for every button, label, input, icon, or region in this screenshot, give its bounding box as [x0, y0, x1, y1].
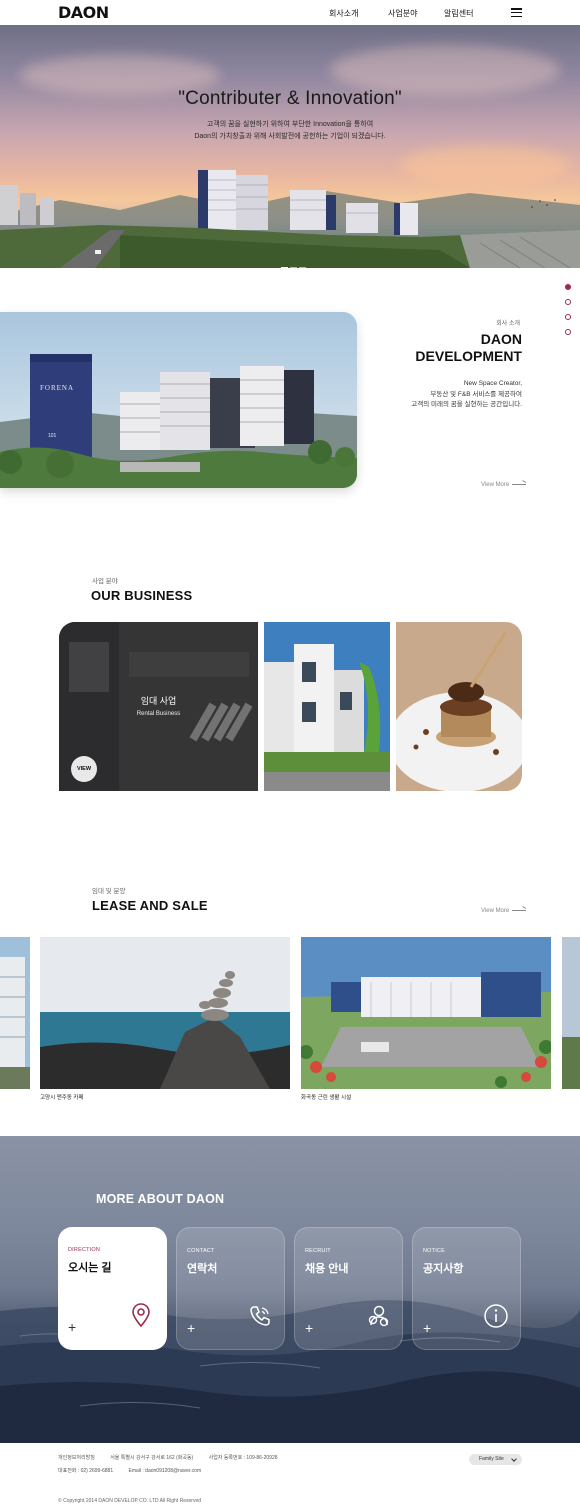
people-icon — [368, 1305, 389, 1327]
arrow-right-icon — [512, 909, 527, 911]
footer-contact-line: 대표전화 : 02) 2699-6881 Email : daon091208@… — [58, 1467, 215, 1474]
more-card-recruit[interactable]: RECRUIT 채용 안내 + — [294, 1227, 403, 1350]
section-indicator — [565, 284, 571, 344]
view-more-label: View More — [481, 482, 510, 488]
more-card-kicker: NOTICE — [423, 1248, 445, 1254]
copyright-text: Copyright 2014 DAON DEVELOP CO. LTD All … — [63, 1498, 202, 1504]
business-card-label: 임대 사업 — [140, 696, 177, 706]
about-view-more-link[interactable]: View More — [481, 482, 527, 488]
nav-item-notice[interactable]: 알림센터 — [444, 8, 473, 19]
more-about-section: MORE ABOUT DAON DIRECTION 오시는 길 + CONTAC… — [0, 1136, 580, 1443]
hero-subtitle-line: Daon의 가치창출과 위해 사회발전에 공헌하는 기업이 되겠습니다. — [194, 133, 386, 140]
hamburger-menu-icon[interactable] — [511, 8, 522, 18]
more-card-title: 연락처 — [187, 1263, 218, 1275]
more-card-title: 채용 안내 — [305, 1263, 349, 1275]
business-card-fnb[interactable] — [396, 622, 522, 791]
view-more-label: View More — [481, 908, 510, 914]
phone-icon — [250, 1306, 270, 1326]
building-sign: FORENA — [40, 384, 74, 392]
about-desc-line: 고객의 미래의 꿈을 실현하는 공간입니다. — [411, 401, 522, 408]
slide-dot[interactable] — [281, 267, 288, 269]
footer-phone: 대표전화 : 02) 2699-6881 — [58, 1468, 114, 1474]
lease-caption: 고양시 맨주동 카페 — [40, 1095, 84, 1101]
about-title-line: DEVELOPMENT — [415, 348, 522, 364]
warehouse-render-photo — [301, 937, 551, 1089]
business-card-sublabel: Rental Business — [136, 711, 181, 717]
footer-info-line: 개인정보처리방침 서울 특별시 강서구 강서로 162 (화곡동) 사업자 등록… — [58, 1454, 292, 1461]
about-kicker: 회사 소개 — [496, 321, 520, 327]
section-dot[interactable] — [565, 314, 571, 320]
building-photo — [264, 622, 390, 791]
more-card-title: 공지사항 — [423, 1263, 464, 1275]
about-desc-line: New Space Creator, — [463, 380, 522, 387]
lease-kicker: 임대 및 분양 — [92, 888, 126, 895]
dessert-photo — [396, 622, 522, 791]
about-title-line: DAON — [480, 331, 522, 347]
apartment-photo: FORENA 101 — [0, 312, 357, 488]
lease-card-commercial[interactable] — [301, 937, 551, 1089]
footer-copyright: © Copyright 2014 DAON DEVELOP CO. LTD Al… — [58, 1498, 201, 1504]
info-icon — [484, 1304, 508, 1328]
more-card-direction[interactable]: DIRECTION 오시는 길 + — [58, 1227, 167, 1350]
plus-icon: + — [305, 1320, 314, 1336]
plus-icon: + — [423, 1320, 432, 1336]
lease-card-partial-right[interactable] — [562, 937, 580, 1089]
hero-scenery — [0, 170, 580, 268]
plus-icon: + — [187, 1320, 196, 1336]
site-footer: 개인정보처리방침 서울 특별시 강서구 강서로 162 (화곡동) 사업자 등록… — [0, 1443, 580, 1512]
family-site-select[interactable]: Family Site — [469, 1454, 522, 1465]
more-card-notice[interactable]: NOTICE 공지사항 + — [412, 1227, 521, 1350]
location-pin-icon — [132, 1303, 150, 1328]
business-card-construction[interactable] — [264, 622, 390, 791]
lease-card-partial-left[interactable] — [0, 937, 30, 1089]
more-about-title: MORE ABOUT DAON — [96, 1192, 225, 1206]
hero-subtitle-line: 고객의 꿈을 실현하기 위하여 부단한 Innovation을 통하여 — [206, 121, 374, 128]
family-site-label: Family Site — [479, 1456, 504, 1462]
hero-slider-indicator[interactable] — [281, 256, 308, 269]
section-dot[interactable] — [565, 299, 571, 305]
about-image: FORENA 101 — [0, 312, 357, 488]
nav-item-business[interactable]: 사업분야 — [388, 8, 417, 19]
about-description: New Space Creator, 부동산 및 F&B 서비스를 제공하여 고… — [411, 379, 522, 411]
lease-title: LEASE AND SALE — [92, 898, 208, 913]
hero-banner: "Contributer & Innovation" 고객의 꿈을 실현하기 위… — [0, 25, 580, 268]
lease-caption: 화곡동 근린 생활 시설 — [301, 1095, 352, 1101]
business-title: OUR BUSINESS — [91, 588, 193, 603]
arrow-right-icon — [512, 483, 527, 485]
business-card-rental[interactable]: 임대 사업 Rental Business VIEW — [59, 622, 258, 791]
privacy-policy-link[interactable]: 개인정보처리방침 — [58, 1455, 95, 1461]
hero-title: "Contributer & Innovation" — [178, 88, 402, 109]
footer-business-number: 사업자 등록번호 : 109-86-20928 — [208, 1455, 278, 1461]
copyright-icon: © — [58, 1498, 62, 1504]
chevron-down-icon — [511, 1456, 517, 1462]
more-card-title: 오시는 길 — [68, 1262, 112, 1274]
partial-photo — [562, 937, 580, 1089]
about-title: DAON DEVELOPMENT — [415, 331, 522, 365]
footer-email: Email : daon091208@naver.com — [128, 1468, 202, 1474]
more-card-kicker: RECRUIT — [305, 1248, 331, 1254]
plus-icon: + — [68, 1319, 77, 1335]
building-number: 101 — [48, 433, 57, 439]
business-kicker: 사업 분야 — [92, 578, 118, 585]
partial-building-photo — [0, 937, 30, 1089]
lease-view-more-link[interactable]: View More — [481, 908, 527, 914]
footer-address: 서울 특별시 강서구 강서로 162 (화곡동) — [110, 1455, 194, 1461]
lease-card-cafe[interactable] — [40, 937, 290, 1089]
site-logo[interactable]: DAON — [58, 3, 109, 22]
nav-item-company[interactable]: 회사소개 — [329, 8, 358, 19]
slide-dot[interactable] — [290, 267, 297, 269]
slide-dot[interactable] — [299, 267, 306, 269]
more-card-kicker: CONTACT — [187, 1248, 215, 1254]
about-desc-line: 부동산 및 F&B 서비스를 제공하여 — [430, 390, 522, 398]
section-dot[interactable] — [565, 329, 571, 335]
hero-subtitle: 고객의 꿈을 실현하기 위하여 부단한 Innovation을 통하여 Daon… — [0, 119, 580, 143]
site-header: DAON 회사소개 사업분야 알림센터 — [0, 0, 580, 25]
seaside-rocks-photo — [40, 937, 290, 1089]
more-card-contact[interactable]: CONTACT 연락처 + — [176, 1227, 285, 1350]
more-card-kicker: DIRECTION — [68, 1247, 101, 1253]
section-dot[interactable] — [565, 284, 571, 290]
view-button[interactable]: VIEW — [71, 756, 97, 782]
